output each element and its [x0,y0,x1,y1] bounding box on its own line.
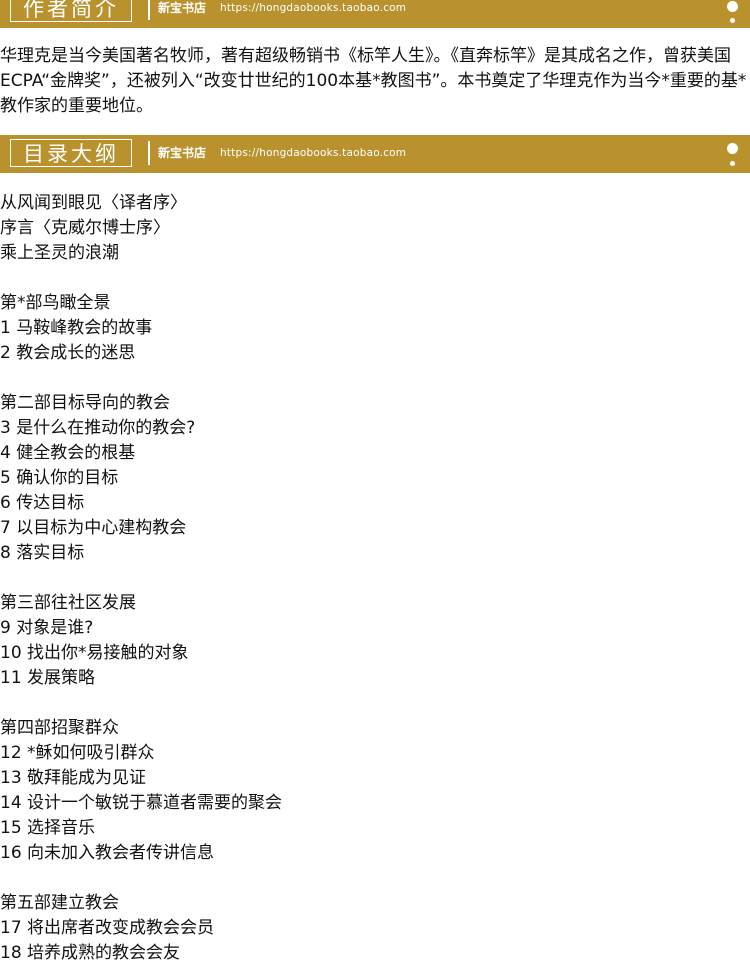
toc-line: 12 *稣如何吸引群众 [0,743,155,763]
toc-spacer [0,691,750,716]
toc-line: 10 找出你*易接触的对象 [0,643,189,663]
table-of-contents: 从风闻到眼见〈译者序〉 序言〈克威尔博士序〉 乘上圣灵的浪潮 第*部鸟瞰全景 1 马鞍峰… [0,191,750,966]
toc-line: 序言〈克威尔博士序〉 [0,218,170,238]
shop-name: 新宝书店 [158,1,207,15]
toc-line: 17 将出席者改变成教会会员 [0,918,215,938]
toc-spacer [0,866,750,891]
toc-line: 8 落实目标 [0,543,85,563]
toc-line: 15 选择音乐 [0,818,96,838]
shop-name: 新宝书店 [158,146,207,160]
banner-dot-large-icon [727,1,738,12]
toc-line: 5 确认你的目标 [0,468,119,488]
toc-line: 13 敬拜能成为见证 [0,768,147,788]
toc-line: 18 培养成熟的教会会友 [0,943,181,963]
author-section-title: 作者简介 [10,0,132,22]
toc-spacer [0,366,750,391]
toc-line: 第三部往社区发展 [0,593,136,613]
toc-line: 7 以目标为中心建构教会 [0,518,187,538]
toc-line: 第*部鸟瞰全景 [0,293,111,313]
toc-line: 2 教会成长的迷思 [0,343,136,363]
banner-dot-large-icon [727,143,738,154]
toc-line: 乘上圣灵的浪潮 [0,243,119,263]
toc-line: 6 传达目标 [0,493,85,513]
toc-section-title: 目录大纲 [10,139,132,167]
toc-line: 4 健全教会的根基 [0,443,136,463]
toc-line: 9 对象是谁? [0,618,94,638]
banner-dot-small-icon [730,161,735,166]
toc-section-banner: 目录大纲 新宝书店 https://hongdaobooks.taobao.co… [0,135,750,173]
toc-spacer [0,266,750,291]
toc-line: 11 发展策略 [0,668,96,688]
banner-dot-small-icon [730,18,735,23]
banner-divider [148,141,150,165]
author-section-banner: 作者简介 新宝书店 https://hongdaobooks.taobao.co… [0,0,750,28]
toc-line: 第四部招聚群众 [0,718,119,738]
banner-divider [148,0,150,20]
toc-line: 第二部目标导向的教会 [0,393,170,413]
toc-line: 第五部建立教会 [0,893,119,913]
toc-spacer [0,566,750,591]
toc-line: 1 马鞍峰教会的故事 [0,318,153,338]
author-introduction-text: 华理克是当今美国著名牧师，著有超级畅销书《标竿人生》。《直奔标竿》是其成名之作，… [0,46,747,116]
shop-url: https://hongdaobooks.taobao.com [220,2,407,14]
shop-url: https://hongdaobooks.taobao.com [220,147,407,159]
toc-line: 3 是什么在推动你的教会? [0,418,196,438]
toc-line: 从风闻到眼见〈译者序〉 [0,193,187,213]
toc-line: 16 向未加入教会者传讲信息 [0,843,215,863]
toc-line: 14 设计一个敏锐于慕道者需要的聚会 [0,793,283,813]
